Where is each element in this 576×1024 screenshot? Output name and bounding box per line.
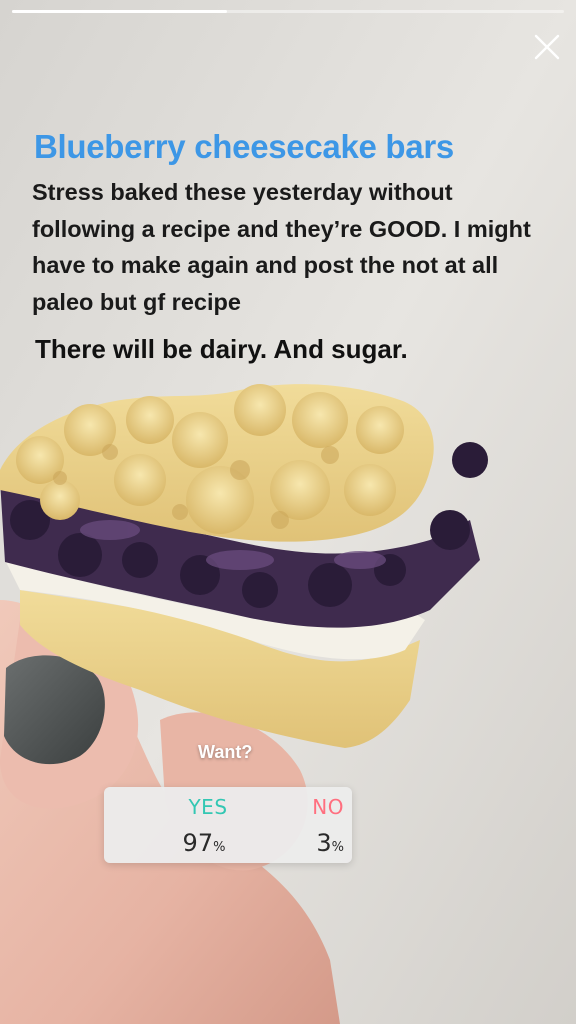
poll-sticker[interactable]: YES 97% NO 3% — [104, 787, 352, 863]
story-title: Blueberry cheesecake bars — [34, 128, 454, 165]
poll-option-yes-label: YES — [188, 795, 228, 819]
story-viewer[interactable]: Blueberry cheesecake bars Stress baked t… — [0, 0, 576, 1024]
poll-option-yes-percent: 97% — [182, 829, 226, 857]
poll-option-no-label: NO — [312, 795, 344, 819]
story-caption: Stress baked these yesterday without fol… — [32, 179, 531, 315]
close-icon — [534, 34, 560, 60]
story-progress-bar — [12, 10, 564, 13]
poll-option-no[interactable]: NO 3% — [228, 787, 352, 863]
poll-option-yes[interactable]: YES 97% — [104, 787, 228, 863]
story-progress-fill — [12, 10, 228, 13]
close-button[interactable] — [532, 32, 562, 62]
poll-option-no-percent: 3% — [316, 829, 344, 857]
story-subcaption: There will be dairy. And sugar. — [35, 334, 408, 364]
poll-question: Want? — [198, 742, 253, 762]
